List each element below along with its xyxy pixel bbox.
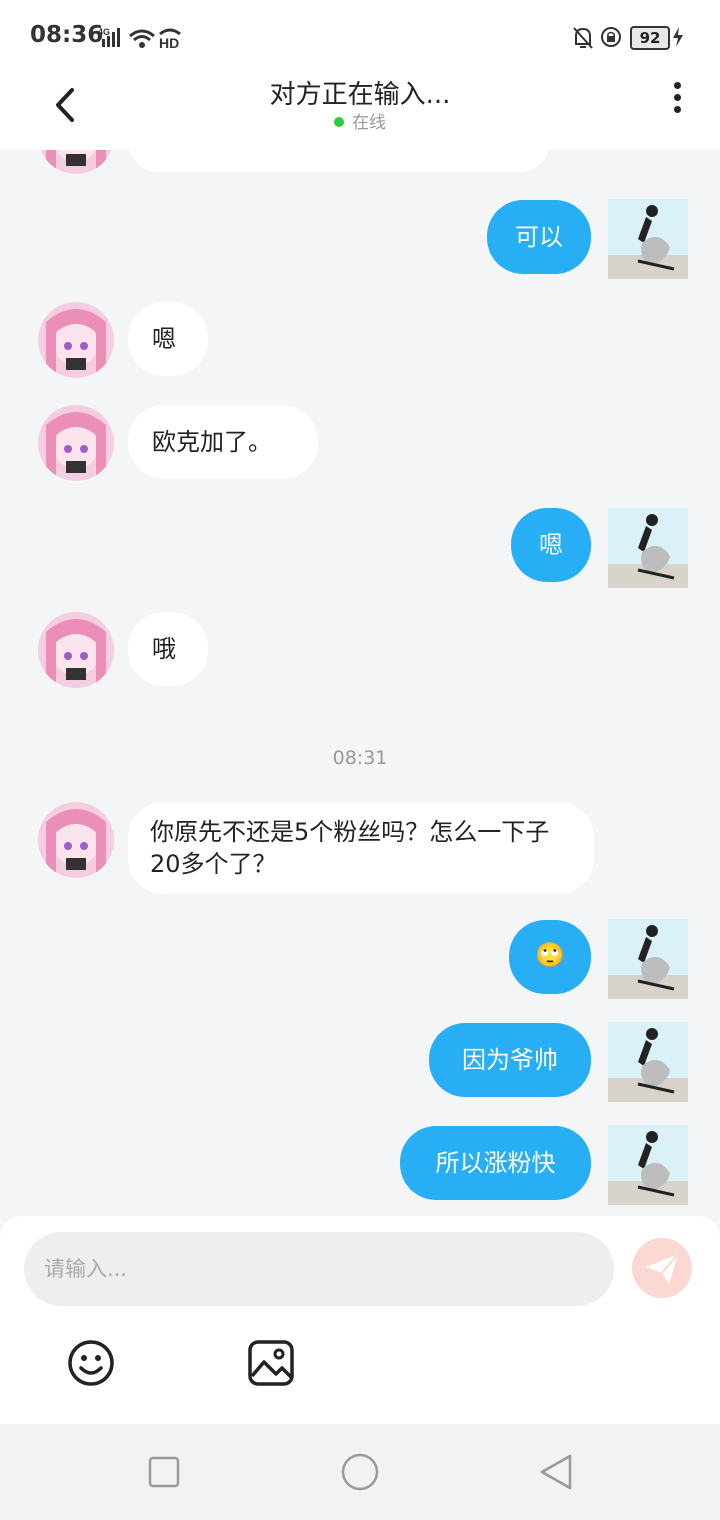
contact-avatar[interactable] bbox=[38, 612, 114, 688]
status-time: 08:36 bbox=[30, 22, 104, 48]
message-bubble[interactable]: 哦 bbox=[128, 612, 208, 686]
online-dot-icon bbox=[334, 117, 344, 127]
send-button[interactable] bbox=[632, 1238, 692, 1298]
message-text: 哦 bbox=[152, 635, 176, 663]
message-text: 🙄 bbox=[535, 941, 565, 969]
message-input[interactable] bbox=[24, 1232, 614, 1306]
recents-button[interactable] bbox=[144, 1452, 184, 1492]
mute-bell-icon bbox=[573, 27, 593, 49]
contact-avatar[interactable] bbox=[38, 405, 114, 481]
message-bubble[interactable]: 嗯 bbox=[511, 508, 591, 582]
my-avatar[interactable] bbox=[608, 508, 688, 588]
charging-icon bbox=[673, 27, 683, 47]
message-text: 嗯 bbox=[152, 325, 176, 353]
emoji-button[interactable] bbox=[66, 1338, 116, 1388]
rotation-lock-icon bbox=[601, 27, 621, 47]
more-options-button[interactable] bbox=[662, 82, 692, 122]
online-status-label: 在线 bbox=[352, 113, 386, 133]
message-bubble[interactable]: 可以 bbox=[487, 200, 591, 274]
message-bubble[interactable]: 你原先不还是5个粉丝吗？怎么一下子20多个了？ bbox=[128, 802, 594, 894]
back-nav-button[interactable] bbox=[536, 1452, 576, 1492]
chat-header: 对方正在输入... 在线 bbox=[0, 72, 720, 150]
contact-avatar[interactable] bbox=[38, 302, 114, 378]
message-bubble[interactable]: 嗯 bbox=[128, 302, 208, 376]
composer bbox=[0, 1216, 720, 1424]
message-text: 所以涨粉快 bbox=[435, 1149, 556, 1177]
message-bubble[interactable]: 🙄 bbox=[509, 920, 591, 994]
message-bubble[interactable]: 所以涨粉快 bbox=[400, 1126, 591, 1200]
wifi-icon bbox=[129, 29, 155, 48]
message-text: 你原先不还是5个粉丝吗？怎么一下子20多个了？ bbox=[150, 818, 550, 878]
my-avatar[interactable] bbox=[608, 199, 688, 279]
contact-avatar[interactable] bbox=[38, 150, 114, 174]
chat-message-list[interactable]: 可以 嗯 欧克加了。 嗯 哦 08:31 你原先不还是5个粉丝吗？怎么一下子20… bbox=[0, 150, 720, 1216]
status-bar: 08:36 4G HD 92 bbox=[0, 0, 720, 72]
message-text: 因为爷帅 bbox=[462, 1046, 558, 1074]
signal-icon: 4G HD bbox=[98, 27, 181, 50]
message-text: 欧克加了。 bbox=[152, 428, 272, 456]
my-avatar[interactable] bbox=[608, 1022, 688, 1102]
send-icon bbox=[646, 1253, 679, 1284]
my-avatar[interactable] bbox=[608, 919, 688, 999]
system-nav-bar bbox=[0, 1424, 720, 1520]
hd-icon: HD bbox=[159, 28, 181, 50]
status-right-icons: 92 bbox=[572, 24, 692, 52]
my-avatar[interactable] bbox=[608, 1125, 688, 1205]
timestamp-divider: 08:31 bbox=[332, 747, 388, 769]
online-status: 在线 bbox=[0, 108, 720, 133]
image-button[interactable] bbox=[246, 1338, 296, 1388]
chat-title: 对方正在输入... bbox=[269, 80, 451, 110]
home-button[interactable] bbox=[340, 1452, 380, 1492]
svg-text:HD: HD bbox=[159, 35, 179, 50]
message-bubble[interactable]: 因为爷帅 bbox=[429, 1023, 591, 1097]
message-bubble[interactable]: 欧克加了。 bbox=[128, 405, 318, 479]
message-bubble[interactable] bbox=[128, 150, 550, 172]
battery-icon: 92 bbox=[630, 26, 670, 50]
message-text: 嗯 bbox=[539, 531, 563, 559]
svg-text:4G: 4G bbox=[98, 27, 110, 37]
contact-avatar[interactable] bbox=[38, 802, 114, 878]
message-text: 可以 bbox=[515, 223, 563, 251]
